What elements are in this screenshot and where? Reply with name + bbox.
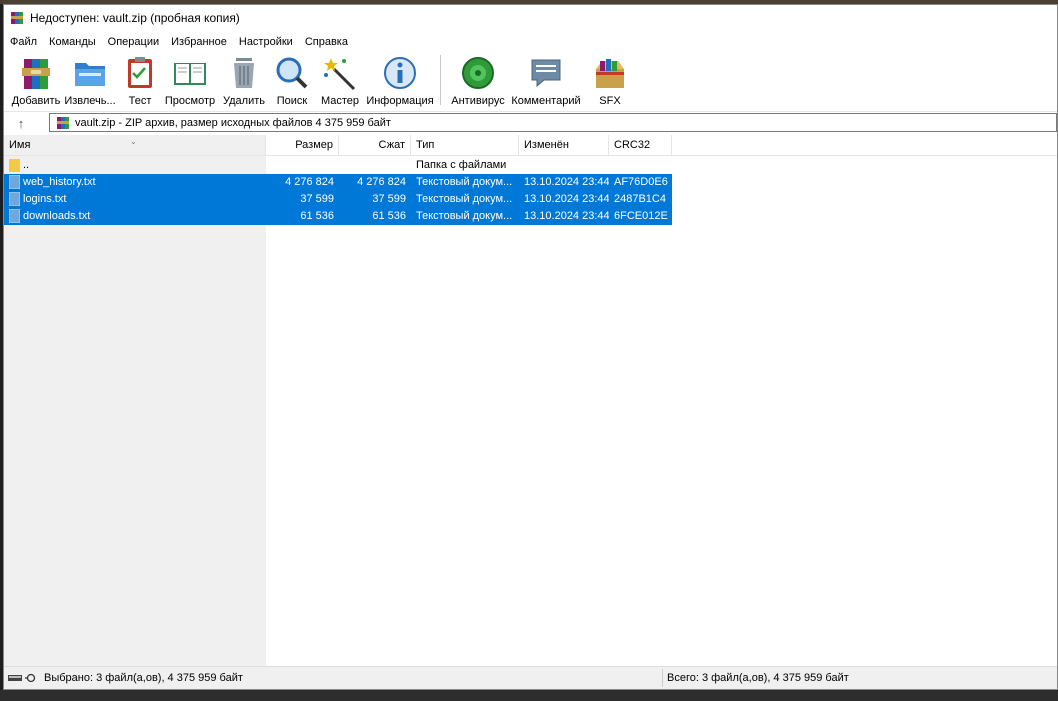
toolbar: Добавить Извлечь... Тест Просмотр Удалит… [12, 53, 637, 109]
status-selected: Выбрано: 3 файл(а,ов), 4 375 959 байт [44, 672, 243, 684]
file-type: Папка с файлами [416, 159, 507, 171]
menu-help[interactable]: Справка [299, 36, 354, 48]
file-size: 61 536 [300, 210, 334, 222]
list-item[interactable]: logins.txt 37 599 37 599 Текстовый докум… [4, 191, 672, 208]
file-crc: 2487B1C4 [614, 193, 666, 205]
file-type: Текстовый докум... [416, 210, 513, 222]
view-label: Просмотр [164, 95, 216, 107]
column-size-header[interactable]: Размер [266, 135, 339, 155]
wizard-wand-icon [324, 58, 356, 91]
extract-button[interactable]: Извлечь... [62, 53, 118, 107]
info-button[interactable]: Информация [366, 53, 434, 107]
sfx-box-icon [596, 59, 624, 88]
drive-key-icon [8, 673, 36, 683]
view-button[interactable]: Просмотр [162, 53, 218, 107]
address-text: vault.zip - ZIP архив, размер исходных ф… [75, 116, 391, 129]
info-label: Информация [366, 95, 434, 107]
window-title: Недоступен: vault.zip (пробная копия) [30, 11, 240, 25]
file-modified: 13.10.2024 23:44 [524, 210, 609, 222]
antivirus-button[interactable]: Антивирус [449, 53, 507, 107]
test-button[interactable]: Тест [120, 53, 160, 107]
add-button[interactable]: Добавить [12, 53, 60, 107]
list-item[interactable]: downloads.txt 61 536 61 536 Текстовый до… [4, 208, 672, 225]
status-bar: Выбрано: 3 файл(а,ов), 4 375 959 байт Вс… [4, 666, 1057, 689]
list-item[interactable]: web_history.txt 4 276 824 4 276 824 Текс… [4, 174, 672, 191]
file-name: logins.txt [23, 193, 67, 205]
list-item[interactable]: .. Папка с файлами [4, 157, 672, 174]
file-list: Имя ⌄ Размер Сжат Тип Изменён CRC32 .. П… [4, 135, 1057, 667]
delete-trash-icon [234, 58, 254, 88]
column-name-header[interactable]: Имя ⌄ [4, 135, 266, 155]
comment-label: Комментарий [511, 95, 581, 107]
menu-operations[interactable]: Операции [102, 36, 165, 48]
winrar-app-icon [11, 12, 23, 24]
file-name: downloads.txt [23, 210, 91, 222]
delete-button[interactable]: Удалить [220, 53, 268, 107]
delete-label: Удалить [223, 95, 265, 107]
file-name: web_history.txt [23, 176, 96, 188]
column-name-label: Имя [9, 139, 31, 151]
file-type: Текстовый докум... [416, 193, 513, 205]
toolbar-separator [440, 55, 441, 105]
column-crc-header[interactable]: CRC32 [609, 135, 672, 155]
sort-indicator-icon: ⌄ [130, 137, 137, 146]
extract-folder-icon [75, 63, 105, 86]
test-label: Тест [128, 95, 152, 107]
menu-commands[interactable]: Команды [43, 36, 102, 48]
file-crc: AF76D0E6 [614, 176, 668, 188]
column-packed-header[interactable]: Сжат [339, 135, 411, 155]
menu-file[interactable]: Файл [4, 36, 43, 48]
find-button[interactable]: Поиск [270, 53, 314, 107]
menu-bar: Файл Команды Операции Избранное Настройк… [4, 33, 354, 51]
view-book-icon [174, 63, 206, 85]
sfx-button[interactable]: SFX [585, 53, 635, 107]
menu-favorites[interactable]: Избранное [165, 36, 233, 48]
file-modified: 13.10.2024 23:44 [524, 193, 609, 205]
file-type: Текстовый докум... [416, 176, 513, 188]
column-header: Имя ⌄ Размер Сжат Тип Изменён CRC32 [4, 135, 1057, 156]
file-modified: 13.10.2024 23:44 [524, 176, 609, 188]
address-bar[interactable]: vault.zip - ZIP архив, размер исходных ф… [49, 113, 1057, 132]
up-arrow-icon[interactable]: ↑ [10, 116, 32, 131]
status-total: Всего: 3 файл(а,ов), 4 375 959 байт [667, 672, 849, 684]
file-packed: 4 276 824 [357, 176, 406, 188]
wizard-label: Мастер [320, 95, 360, 107]
find-label: Поиск [276, 95, 308, 107]
extract-label: Извлечь... [64, 95, 116, 107]
sfx-label: SFX [599, 95, 621, 107]
file-size: 4 276 824 [285, 176, 334, 188]
file-name: .. [23, 159, 30, 171]
antivirus-label: Антивирус [451, 95, 505, 107]
status-separator [662, 669, 663, 687]
file-packed: 61 536 [372, 210, 406, 222]
file-packed: 37 599 [372, 193, 406, 205]
zip-archive-icon [57, 116, 69, 129]
info-icon [384, 57, 416, 89]
winrar-window: Недоступен: vault.zip (пробная копия) Фа… [3, 4, 1058, 690]
find-magnifier-icon [276, 57, 308, 89]
file-size: 37 599 [300, 193, 334, 205]
test-clipboard-icon [128, 57, 152, 88]
taskbar-strip [0, 690, 1058, 701]
add-archive-icon [22, 59, 50, 89]
menu-settings[interactable]: Настройки [233, 36, 299, 48]
antivirus-icon [462, 57, 494, 89]
title-bar[interactable]: Недоступен: vault.zip (пробная копия) [4, 5, 1057, 31]
add-label: Добавить [11, 95, 61, 107]
wizard-button[interactable]: Мастер [316, 53, 364, 107]
file-crc: 6FCE012E [614, 210, 668, 222]
comment-icon [531, 59, 561, 88]
address-row: ↑ vault.zip - ZIP архив, размер исходных… [4, 111, 1057, 134]
comment-button[interactable]: Комментарий [509, 53, 583, 107]
column-type-header[interactable]: Тип [411, 135, 519, 155]
column-modified-header[interactable]: Изменён [519, 135, 609, 155]
